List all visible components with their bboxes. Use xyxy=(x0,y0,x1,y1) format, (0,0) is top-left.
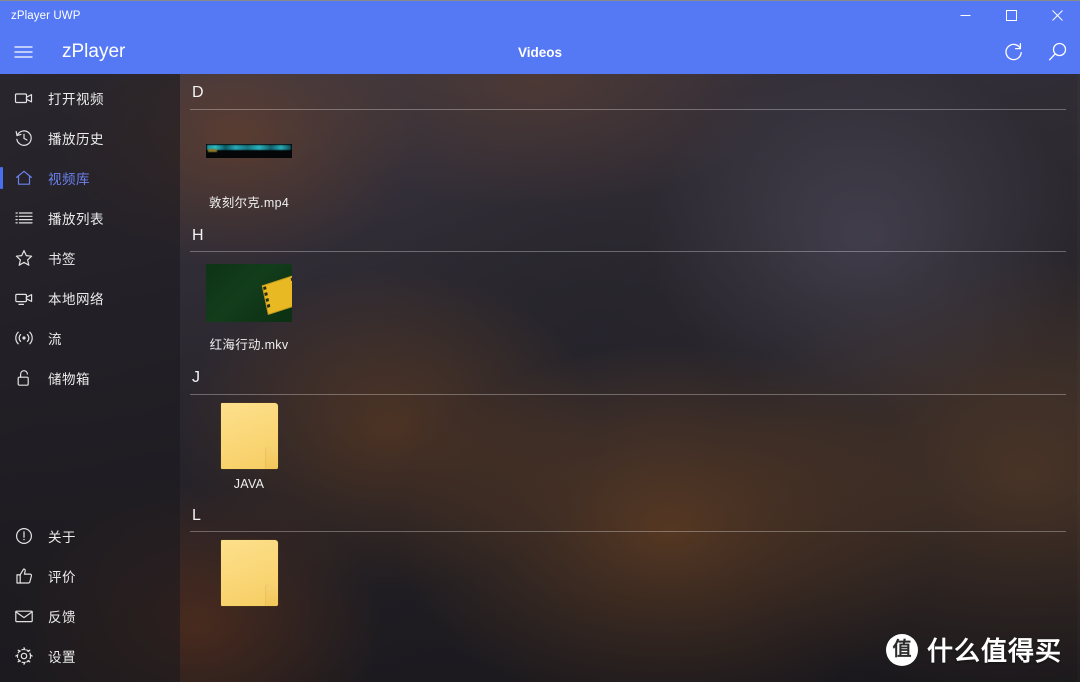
maximize-icon xyxy=(1005,10,1017,21)
list-icon xyxy=(0,208,48,228)
sidebar-item-label: 本地网络 xyxy=(48,292,104,307)
sidebar-item-label: 播放历史 xyxy=(48,132,104,147)
folder-tile-label: JAVA xyxy=(233,476,265,491)
sidebar-item-label: 视频库 xyxy=(48,172,90,187)
sidebar-item-label: 打开视频 xyxy=(48,92,104,107)
folder-notch-shape xyxy=(265,584,278,607)
group-tiles: 敦刻尔克.mp4 xyxy=(180,110,1080,217)
sidebar-item-bookmarks[interactable]: 书签 xyxy=(0,238,180,278)
group-tiles xyxy=(180,532,1080,620)
sidebar-primary-items: 打开视频 播放历史 视频库 播放列表 书签 本地网络 流 储物箱 xyxy=(0,74,180,398)
network-device-icon xyxy=(0,288,48,308)
sidebar-item-feedback[interactable]: 反馈 xyxy=(0,596,180,636)
sidebar-item-local-network[interactable]: 本地网络 xyxy=(0,278,180,318)
media-tile[interactable]: 红海行动.mkv xyxy=(194,260,304,359)
info-circle-icon xyxy=(0,526,48,546)
star-icon xyxy=(0,248,48,268)
menu-toggle-button[interactable] xyxy=(0,30,46,74)
unlocked-padlock-icon xyxy=(0,368,48,388)
page-title: Videos xyxy=(517,44,563,60)
command-bar: zPlayer Videos xyxy=(0,30,1080,74)
search-button[interactable] xyxy=(1036,30,1080,74)
refresh-icon xyxy=(1005,42,1022,61)
sidebar-item-label: 流 xyxy=(48,332,62,347)
group-header-letter: H xyxy=(192,226,204,244)
navigation-sidebar: 打开视频 播放历史 视频库 播放列表 书签 本地网络 流 储物箱 关于 评价 反… xyxy=(0,74,180,682)
group-d: D 敦刻尔克.mp4 xyxy=(180,74,1080,217)
close-button[interactable] xyxy=(1034,1,1080,30)
sidebar-item-label: 反馈 xyxy=(48,610,76,625)
sidebar-item-rate[interactable]: 评价 xyxy=(0,556,180,596)
sidebar-item-label: 设置 xyxy=(48,650,76,665)
history-clock-icon xyxy=(0,128,48,148)
video-camera-icon xyxy=(0,88,48,108)
film-strip-shape xyxy=(261,275,292,316)
sidebar-item-label: 书签 xyxy=(48,252,76,267)
app-window: zPlayer UWP zPlayer Videos 打开视频 播放历史 视频库… xyxy=(0,0,1080,682)
thumbnail-container xyxy=(206,260,292,326)
thumbnail-container xyxy=(206,402,292,469)
sidebar-item-playlist[interactable]: 播放列表 xyxy=(0,198,180,238)
folder-notch-shape xyxy=(265,446,278,469)
sidebar-item-label: 储物箱 xyxy=(48,372,90,387)
hamburger-icon xyxy=(14,46,32,58)
sidebar-item-label: 播放列表 xyxy=(48,212,104,227)
window-controls xyxy=(942,1,1080,30)
group-header-letter: L xyxy=(192,506,201,524)
sidebar-item-history[interactable]: 播放历史 xyxy=(0,118,180,158)
window-title: zPlayer UWP xyxy=(11,9,81,22)
media-tile-label: 敦刻尔克.mp4 xyxy=(208,195,290,210)
thumbs-up-icon xyxy=(0,566,48,586)
sidebar-item-about[interactable]: 关于 xyxy=(0,516,180,556)
folder-tile[interactable] xyxy=(194,540,304,620)
video-library-content[interactable]: D 敦刻尔克.mp4 H 红海行动.mkv J JAVA L xyxy=(180,74,1080,682)
media-tile[interactable]: 敦刻尔克.mp4 xyxy=(194,118,304,217)
media-tile-label: 红海行动.mkv xyxy=(209,338,289,353)
sidebar-item-locker[interactable]: 储物箱 xyxy=(0,358,180,398)
folder-tile[interactable]: JAVA xyxy=(194,402,304,497)
thumbnail-container xyxy=(206,118,292,184)
folder-icon xyxy=(220,540,278,607)
group-tiles: JAVA xyxy=(180,395,1080,497)
group-j: J JAVA xyxy=(180,359,1080,497)
group-header-letter: J xyxy=(192,369,200,387)
group-tiles: 红海行动.mkv xyxy=(180,252,1080,359)
refresh-button[interactable] xyxy=(992,30,1036,74)
header-actions xyxy=(992,30,1080,74)
sidebar-item-label: 评价 xyxy=(48,570,76,585)
title-bar: zPlayer UWP xyxy=(0,1,1080,30)
maximize-button[interactable] xyxy=(988,1,1034,30)
video-thumbnail-icon xyxy=(206,143,292,158)
sidebar-item-label: 关于 xyxy=(48,530,76,545)
app-name: zPlayer xyxy=(62,41,126,62)
gear-icon xyxy=(0,646,48,666)
envelope-icon xyxy=(0,606,48,626)
search-icon xyxy=(1048,42,1067,61)
home-icon xyxy=(0,168,48,188)
sidebar-item-open-video[interactable]: 打开视频 xyxy=(0,78,180,118)
sidebar-item-video-library[interactable]: 视频库 xyxy=(0,158,180,198)
group-h: H 红海行动.mkv xyxy=(180,217,1080,360)
minimize-button[interactable] xyxy=(942,1,988,30)
group-l: L xyxy=(180,497,1080,621)
folder-icon xyxy=(220,402,278,469)
sidebar-item-settings[interactable]: 设置 xyxy=(0,636,180,676)
close-icon xyxy=(1051,10,1063,21)
sidebar-secondary-items: 关于 评价 反馈 设置 xyxy=(0,516,180,682)
sidebar-item-stream[interactable]: 流 xyxy=(0,318,180,358)
thumbnail-container xyxy=(206,540,292,607)
group-header-letter: D xyxy=(192,84,204,101)
video-thumbnail-icon xyxy=(206,264,292,323)
broadcast-icon xyxy=(0,328,48,348)
minimize-icon xyxy=(960,15,970,16)
